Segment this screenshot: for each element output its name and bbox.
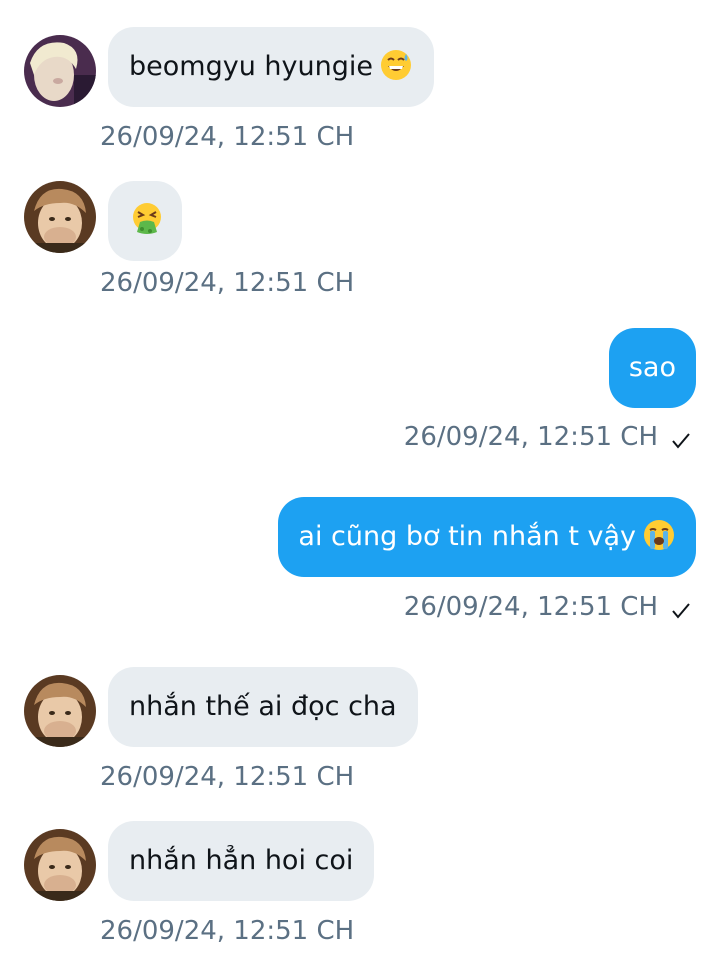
vomiting-face-emoji [130, 202, 164, 236]
avatar-covering-mouth-image [24, 675, 96, 747]
timestamp-text: 26/09/24, 12:51 CH [403, 592, 658, 622]
sender-avatar[interactable] [24, 829, 96, 901]
message-bubble[interactable]: beomgyu hyungie [108, 27, 434, 107]
message-timestamp: 26/09/24, 12:51 CH [404, 421, 692, 453]
loudly-crying-emoji [642, 518, 676, 552]
message-timestamp: 26/09/24, 12:51 CH [100, 916, 355, 946]
avatar-covering-mouth-image [24, 181, 96, 253]
message-bubble[interactable]: sao [608, 328, 696, 408]
sender-avatar[interactable] [24, 181, 96, 253]
checkmark-icon [670, 599, 692, 621]
sender-avatar[interactable] [24, 35, 96, 107]
message-timestamp: 26/09/24, 12:51 CH [404, 591, 692, 623]
message-text: ai cũng bơ tin nhắn t vậy [298, 521, 636, 552]
timestamp-text: 26/09/24, 12:51 CH [403, 422, 658, 452]
message-timestamp: 26/09/24, 12:51 CH [100, 122, 355, 152]
message-text: nhắn thế ai đọc cha [129, 691, 397, 722]
message-timestamp: 26/09/24, 12:51 CH [100, 762, 355, 792]
message-timestamp: 26/09/24, 12:51 CH [100, 268, 355, 298]
avatar-covering-mouth-image [24, 829, 96, 901]
message-bubble[interactable]: ai cũng bơ tin nhắn t vậy [278, 497, 696, 577]
checkmark-icon [670, 429, 692, 451]
message-bubble[interactable] [108, 181, 182, 261]
message-text: beomgyu hyungie [129, 51, 373, 82]
message-bubble[interactable]: nhắn thế ai đọc cha [108, 667, 418, 747]
message-bubble[interactable]: nhắn hẳn hoi coi [108, 821, 375, 901]
avatar-blond-image [24, 35, 96, 107]
message-text: nhắn hẳn hoi coi [129, 845, 354, 876]
sender-avatar[interactable] [24, 675, 96, 747]
message-text: sao [628, 352, 676, 383]
grinning-sweat-emoji [379, 48, 413, 82]
